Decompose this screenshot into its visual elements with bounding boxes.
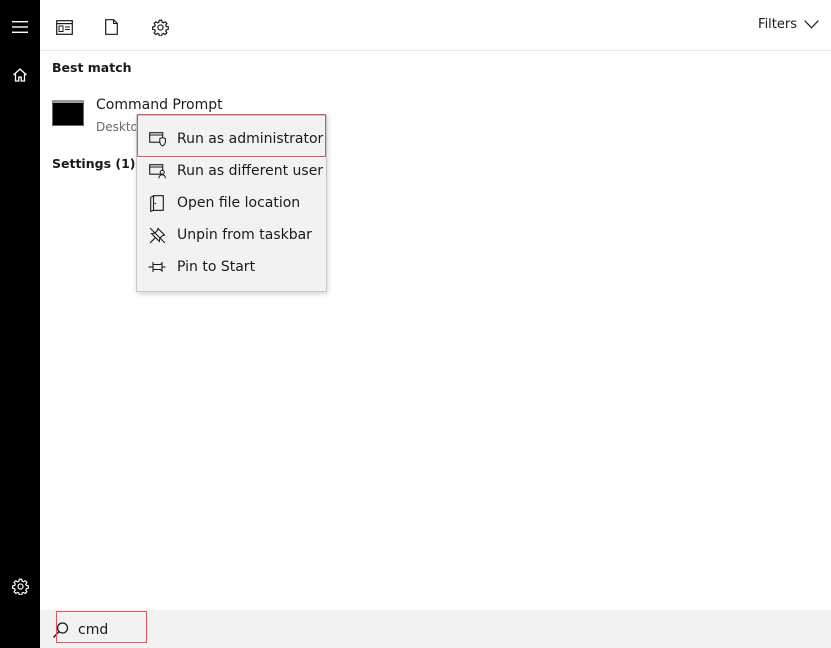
app-window-icon [55, 19, 73, 35]
menu-item-label: Run as administrator [177, 131, 324, 147]
best-match-heading: Best match [52, 60, 132, 75]
home-button[interactable] [0, 55, 40, 95]
command-prompt-app-icon [52, 100, 84, 126]
menu-item-open-file-location[interactable]: Open file location [137, 187, 326, 219]
context-menu: Run as administrator Run as different us… [136, 115, 327, 292]
result-subtitle: Deskto [96, 120, 138, 134]
open-file-location-icon [150, 194, 164, 212]
settings-filter-button[interactable] [146, 13, 174, 41]
menu-item-run-as-different-user[interactable]: Run as different user [137, 155, 326, 187]
filters-dropdown[interactable]: Filters [758, 17, 819, 32]
menu-item-label: Open file location [177, 195, 301, 211]
menu-item-label: Pin to Start [177, 259, 256, 275]
search-bar[interactable] [40, 610, 831, 648]
search-icon [52, 622, 69, 638]
chevron-down-icon [804, 20, 819, 29]
menu-item-label: Unpin from taskbar [177, 227, 312, 243]
gear-icon [151, 19, 169, 36]
sidebar-settings-button[interactable] [0, 566, 40, 606]
menu-item-label: Run as different user [177, 163, 324, 179]
search-toolbar: Filters [40, 0, 831, 51]
gear-icon [11, 578, 29, 595]
run-as-user-icon [148, 163, 166, 178]
left-sidebar [0, 0, 40, 648]
result-title: Command Prompt [96, 97, 223, 113]
document-icon [104, 19, 118, 35]
documents-filter-button[interactable] [97, 13, 125, 41]
menu-item-unpin-from-taskbar[interactable]: Unpin from taskbar [137, 219, 326, 251]
run-as-admin-shield-icon [148, 131, 166, 147]
unpin-icon [149, 226, 166, 243]
home-icon [13, 68, 27, 82]
menu-item-run-as-administrator[interactable]: Run as administrator [137, 123, 326, 155]
settings-section-heading[interactable]: Settings (1) [52, 156, 135, 171]
apps-filter-button[interactable] [50, 13, 78, 41]
pin-icon [148, 261, 166, 273]
hamburger-menu-icon [12, 21, 28, 33]
hamburger-menu-button[interactable] [0, 7, 40, 47]
search-input[interactable] [78, 619, 378, 641]
menu-item-pin-to-start[interactable]: Pin to Start [137, 251, 326, 283]
filters-label: Filters [758, 17, 797, 32]
